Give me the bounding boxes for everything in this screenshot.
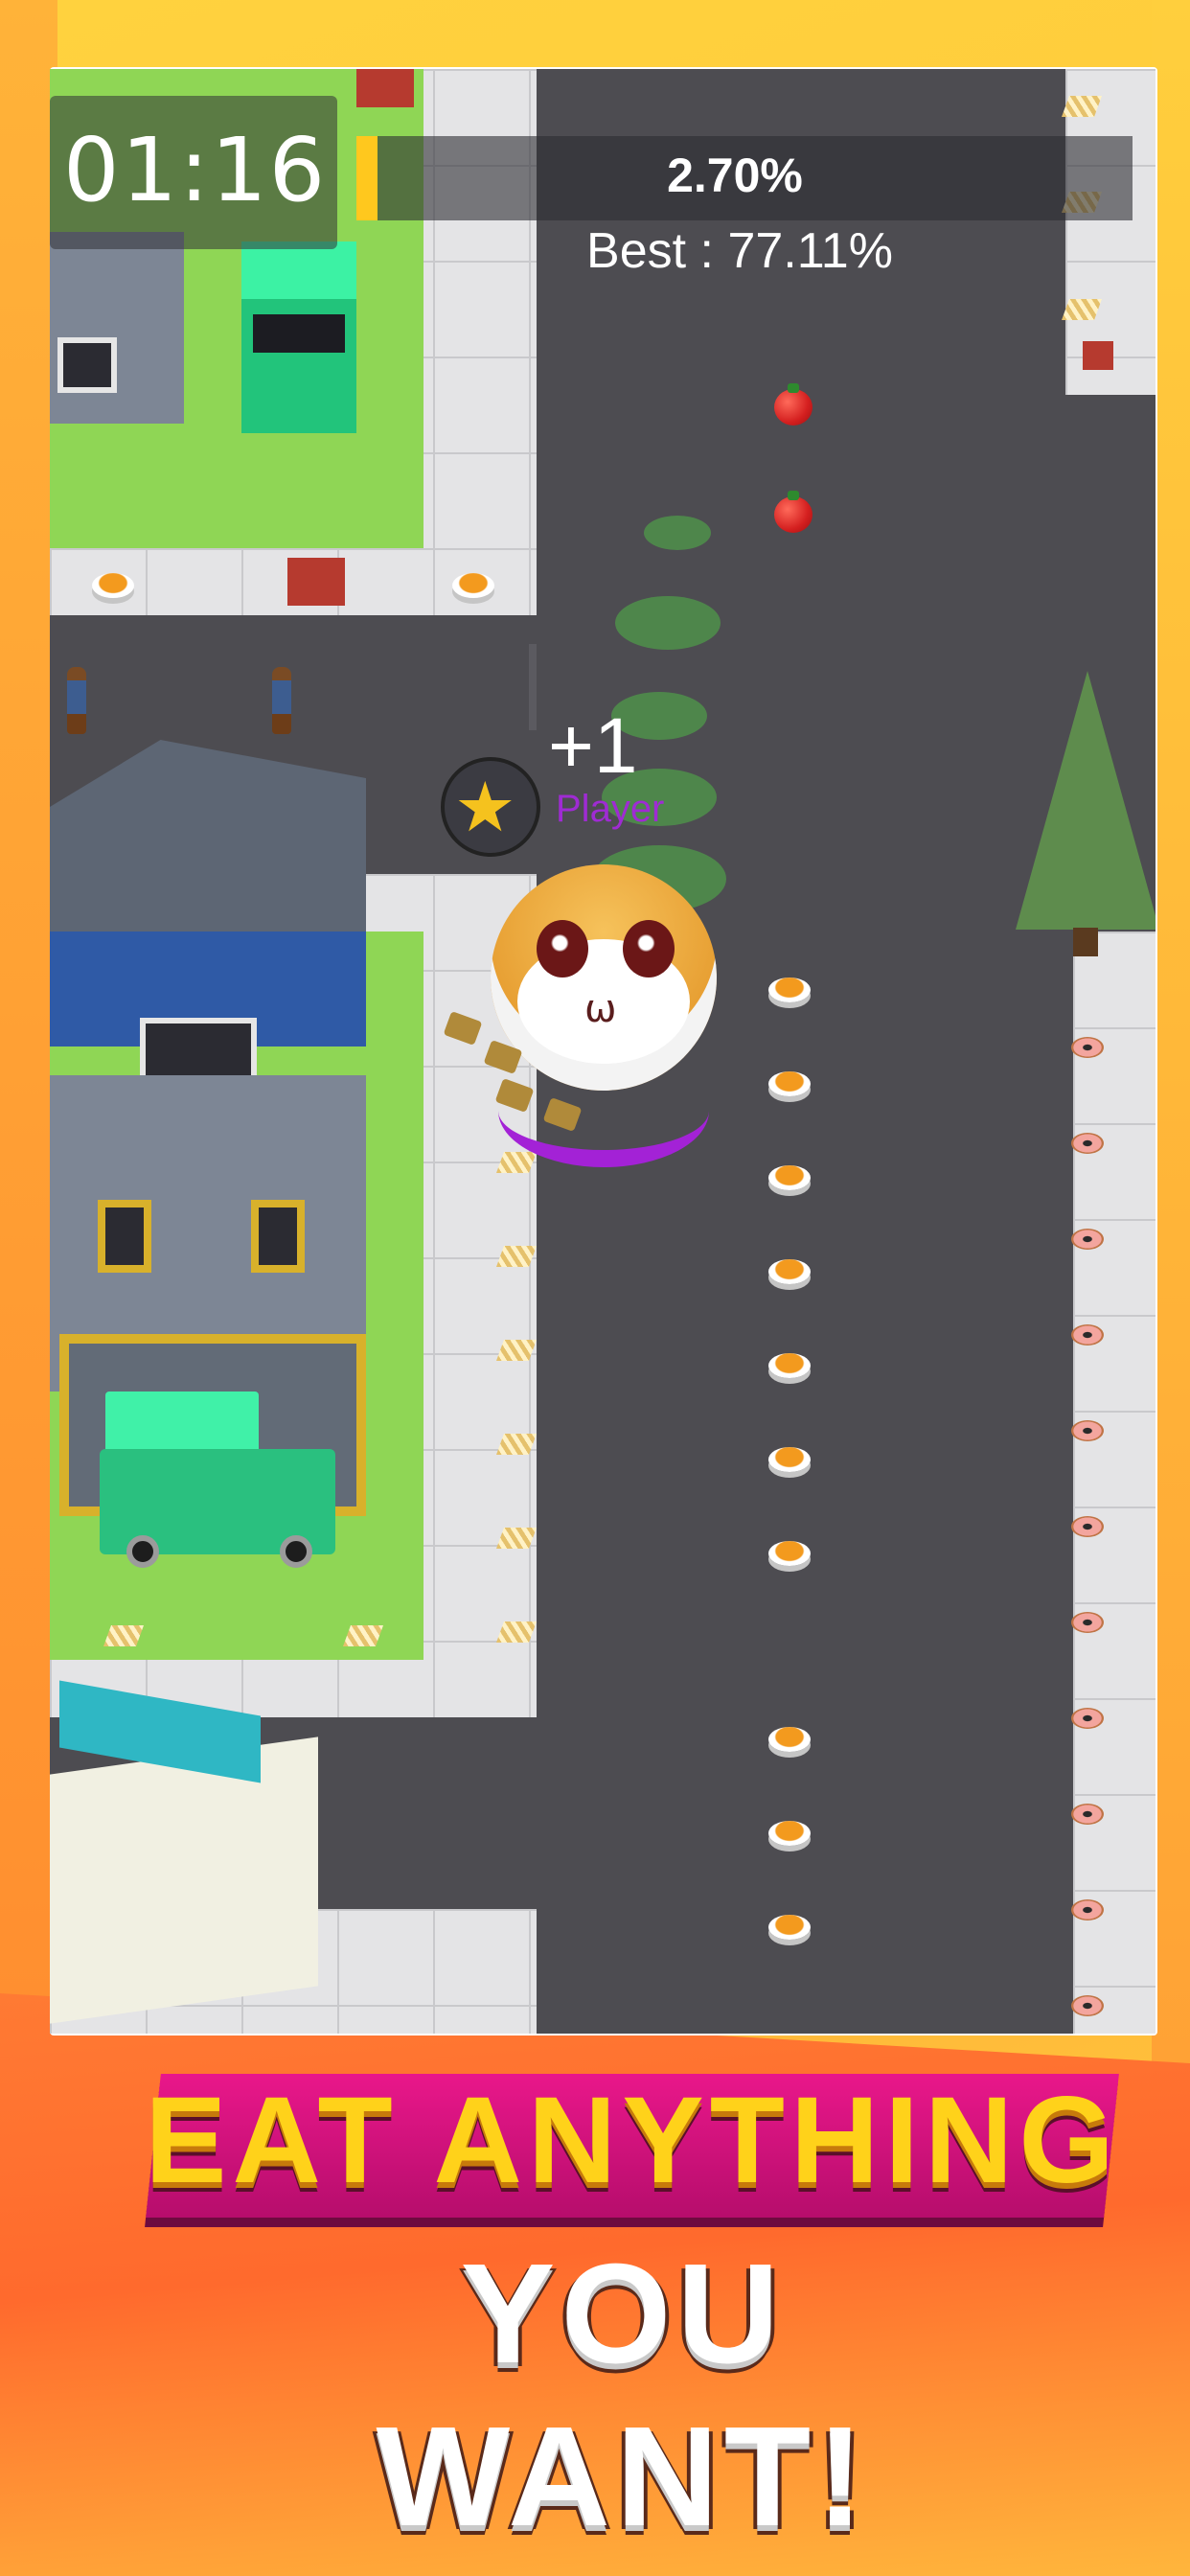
soup-bowl <box>768 1259 811 1284</box>
cat-eye <box>537 920 588 978</box>
soup-bowl <box>768 1071 811 1096</box>
sidewalk-right <box>1073 932 1156 2034</box>
bottle <box>272 667 291 734</box>
car-wheel <box>280 1535 312 1568</box>
gold-star-medal-icon: ★ <box>441 757 540 857</box>
donut <box>1071 1420 1104 1441</box>
cat-eye <box>623 920 675 978</box>
best-score: Best : 77.11% <box>586 223 893 279</box>
score-popup: +1 <box>548 702 638 790</box>
soup-bowl <box>768 1727 811 1752</box>
soup-bowl <box>768 1165 811 1190</box>
road-marking <box>529 644 537 730</box>
tree-trunk <box>1073 928 1098 956</box>
car-wheel <box>126 1535 159 1568</box>
star-icon: ★ <box>454 767 516 847</box>
donut <box>1071 1708 1104 1729</box>
soup-bowl <box>768 1541 811 1566</box>
banner-line-1: EAT ANYTHING <box>145 2072 1120 2209</box>
house-roof <box>50 740 366 932</box>
house-top-left <box>50 232 184 424</box>
donut <box>1071 1037 1104 1058</box>
progress-percent: 2.70% <box>667 149 803 202</box>
delivery-stand <box>50 1736 318 2024</box>
donut <box>1071 1324 1104 1346</box>
player-name-label: Player <box>556 788 665 830</box>
donut <box>1071 1995 1104 2016</box>
green-truck <box>241 289 356 433</box>
gift-box <box>287 558 345 606</box>
eat-trail <box>615 596 721 650</box>
donut <box>1071 1804 1104 1825</box>
soup-bowl <box>768 1821 811 1846</box>
soup-bowl <box>768 1915 811 1940</box>
tomato <box>774 491 812 533</box>
banner-line-2: YOU WANT! <box>376 2235 870 2556</box>
eat-trail <box>644 516 711 550</box>
soup-bowl <box>768 1353 811 1378</box>
christmas-tree <box>1016 671 1156 930</box>
green-truck-roof <box>241 242 356 299</box>
donut <box>1071 1229 1104 1250</box>
truck-window <box>253 314 345 353</box>
background-right-accent <box>1152 0 1190 2108</box>
gift-box <box>1083 341 1113 370</box>
cat-mouth: ω <box>584 987 617 1031</box>
soup-bowl <box>768 978 811 1002</box>
soup-bowl <box>768 1447 811 1472</box>
donut <box>1071 1133 1104 1154</box>
tomato <box>774 383 812 426</box>
soup-bowl <box>452 573 494 598</box>
gift-box <box>356 69 414 107</box>
donut <box>1071 1899 1104 1920</box>
background-left-accent <box>0 0 57 2108</box>
window <box>251 1200 305 1273</box>
window <box>57 337 117 393</box>
window <box>98 1200 151 1273</box>
soup-bowl <box>92 573 134 598</box>
donut <box>1071 1612 1104 1633</box>
timer: 01:16 <box>63 119 328 221</box>
donut <box>1071 1516 1104 1537</box>
bottle <box>67 667 86 734</box>
